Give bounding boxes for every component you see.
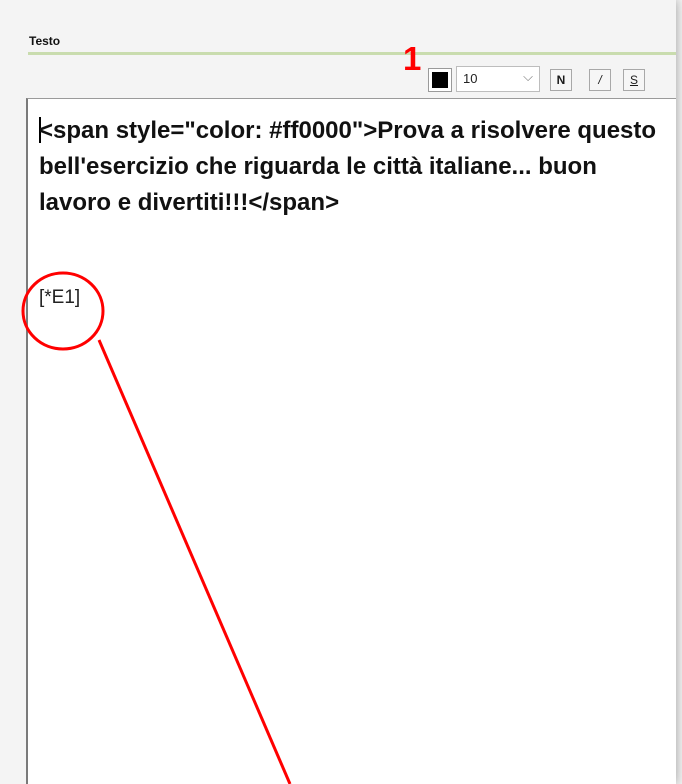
text-panel: Testo 1 10 ⌵ N / S <span style="color: #…	[0, 0, 682, 784]
annotation-arrow-line	[97, 339, 292, 784]
annotation-circle	[21, 271, 105, 351]
annotation-overlay	[21, 271, 292, 784]
